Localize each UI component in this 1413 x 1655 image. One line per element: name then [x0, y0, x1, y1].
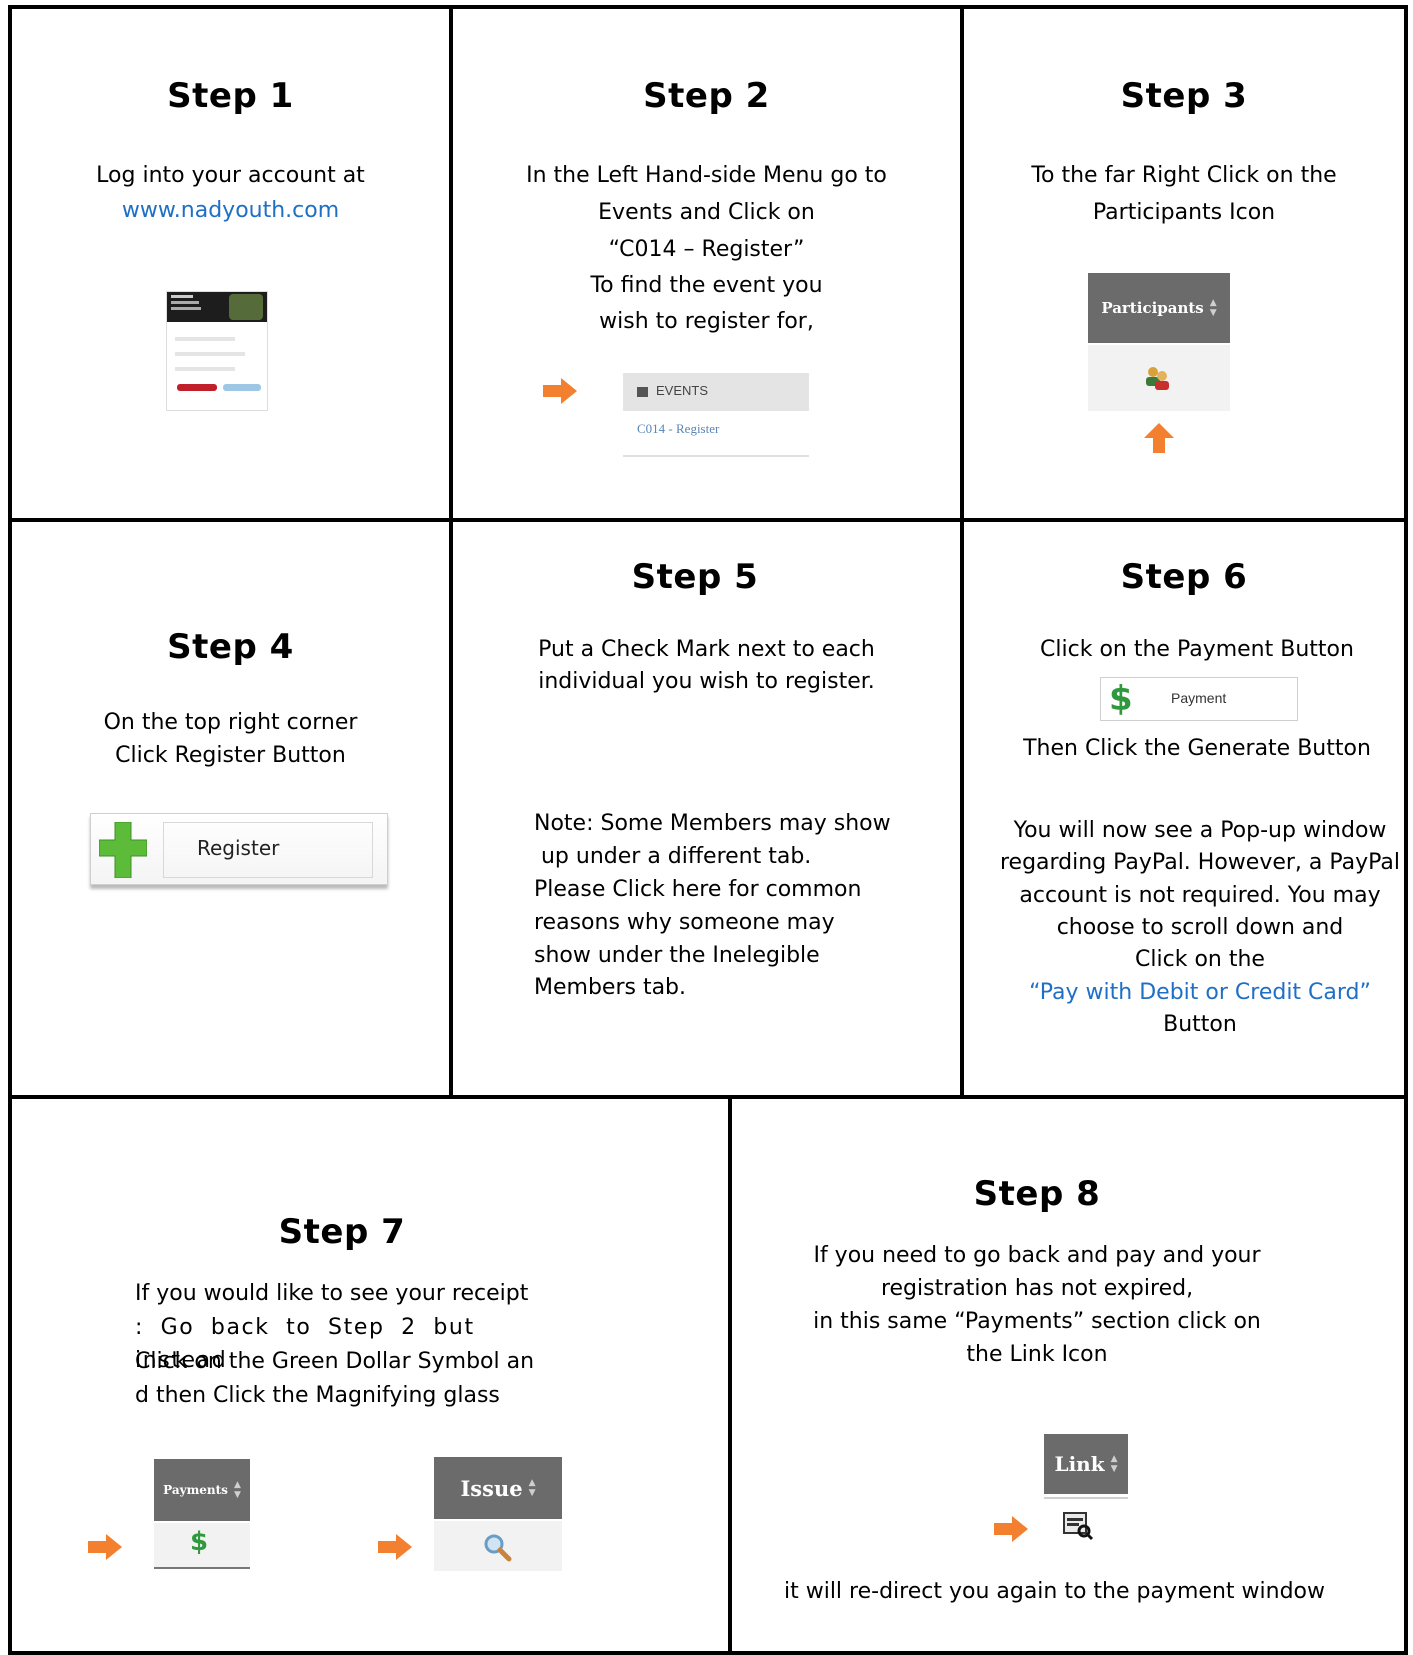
step8-title: Step 8 — [973, 1174, 1101, 1214]
step5-line-1: Put a Check Mark next to each — [538, 637, 875, 662]
link-header-label: Link — [1054, 1452, 1105, 1476]
link-column-header: Link ▲ ▼ — [1044, 1434, 1128, 1494]
step2-line-2: Events and Click on — [598, 200, 815, 225]
step3-title: Step 3 — [1120, 76, 1248, 116]
step8-line-4: the Link Icon — [966, 1342, 1108, 1367]
step1-link[interactable]: www.nadyouth.com — [12, 194, 449, 227]
sort-icon: ▲ ▼ — [233, 1480, 241, 1500]
payment-button-label: Payment — [1171, 690, 1227, 706]
step6-line-2: Then Click the Generate Button — [1023, 736, 1371, 761]
step6-para-3: account is not required. You may — [1019, 883, 1381, 908]
sort-icon: ▲ ▼ — [528, 1478, 536, 1498]
step4-cell: Step 4 On the top right corner Click Reg… — [12, 522, 449, 1095]
step8-line-1: If you need to go back and pay and your — [813, 1243, 1261, 1268]
step2-line-1: In the Left Hand-side Menu go to — [526, 163, 887, 188]
step4-title: Step 4 — [167, 627, 294, 667]
arrow-right-icon — [378, 1534, 412, 1560]
step5-cell: Step 5 Put a Check Mark next to each ind… — [453, 522, 960, 1095]
events-menu-header: EVENTS — [656, 383, 709, 398]
issue-header-label: Issue — [460, 1475, 523, 1501]
step6-cell: Step 6 Click on the Payment Button $ Pay… — [964, 522, 1404, 1095]
step6-para-1: You will now see a Pop-up window — [1013, 818, 1387, 843]
step1-cell: Step 1 Log into your account at www.nady… — [12, 9, 449, 518]
step6-para-4: choose to scroll down and — [1056, 915, 1344, 940]
participants-column-header: Participants ▲ ▼ — [1088, 273, 1230, 343]
step2-cell: Step 2 In the Left Hand-side Menu go to … — [453, 9, 960, 518]
step6-title: Step 6 — [1120, 557, 1248, 597]
magnifying-glass-icon[interactable] — [482, 1532, 512, 1562]
step2-title: Step 2 — [643, 76, 770, 116]
step1-title: Step 1 — [167, 76, 294, 116]
step5-note-5: show under the Inelegible — [534, 943, 820, 968]
step7-cell: Step 7 If you would like to see your rec… — [12, 1099, 728, 1651]
link-header-underline — [1044, 1497, 1128, 1499]
login-screenshot-thumbnail — [166, 291, 268, 411]
events-menu-item-register[interactable]: C014 - Register — [637, 421, 719, 437]
step6-para-last: Button — [1163, 1012, 1237, 1037]
payment-button[interactable]: $ Payment — [1100, 677, 1298, 721]
step2-line-3: “C014 – Register” — [608, 237, 805, 262]
participants-header-label: Participants — [1101, 299, 1204, 317]
step7-line-1: If you would like to see your receipt — [135, 1281, 529, 1306]
step8-line-2: registration has not expired, — [880, 1276, 1194, 1301]
register-button-label: Register — [197, 836, 280, 860]
step7-line-4: d then Click the Magnifying glass — [135, 1383, 500, 1408]
step6-line-1: Click on the Payment Button — [1040, 637, 1354, 662]
step5-note-4: reasons why someone may — [534, 910, 835, 935]
payments-column-header: Payments ▲ ▼ — [154, 1459, 250, 1521]
dollar-icon: $ — [1109, 679, 1133, 719]
step7-line-3: Click on the Green Dollar Symbol an — [135, 1349, 535, 1374]
grid-border-bottom — [8, 1651, 1408, 1655]
step1-text: Log into your account at — [96, 163, 365, 188]
arrow-right-icon — [994, 1516, 1028, 1542]
step5-line-2: individual you wish to register. — [538, 669, 875, 694]
events-menu-snippet: EVENTS C014 - Register — [623, 373, 809, 457]
link-icon[interactable] — [1062, 1511, 1094, 1541]
sort-icon: ▲ ▼ — [1110, 1454, 1118, 1474]
step5-note-1: Note: Some Members may show — [534, 811, 891, 836]
pay-with-card-link[interactable]: “Pay with Debit or Credit Card” — [964, 976, 1413, 1009]
step2-line-4: To find the event you — [590, 273, 823, 298]
step4-line-1: On the top right corner — [103, 710, 358, 735]
participants-icon[interactable] — [1144, 365, 1172, 391]
sort-icon: ▲ ▼ — [1209, 298, 1217, 318]
payments-header-label: Payments — [163, 1483, 228, 1497]
step7-title: Step 7 — [278, 1212, 406, 1252]
step3-line-1: To the far Right Click on the — [1031, 163, 1337, 188]
step8-line-3: in this same “Payments” section click on — [813, 1309, 1261, 1334]
step3-cell: Step 3 To the far Right Click on the Par… — [964, 9, 1404, 518]
step5-title: Step 5 — [631, 557, 759, 597]
arrow-up-icon — [1144, 423, 1174, 453]
step2-line-5: wish to register for, — [599, 309, 814, 334]
plus-icon — [99, 822, 147, 878]
step6-para-5: Click on the — [1135, 947, 1265, 972]
register-button[interactable]: Register — [90, 813, 388, 885]
arrow-right-icon — [543, 378, 577, 404]
calendar-icon — [637, 387, 648, 397]
step5-note-3[interactable]: Please Click here for common — [534, 873, 954, 906]
dollar-icon[interactable]: $ — [190, 1527, 208, 1557]
step4-line-2: Click Register Button — [115, 743, 346, 768]
step5-note-2: up under a different tab. — [534, 844, 812, 869]
issue-column-header: Issue ▲ ▼ — [434, 1457, 562, 1519]
step8-cell: Step 8 If you need to go back and pay an… — [732, 1099, 1404, 1651]
step3-line-2: Participants Icon — [1092, 200, 1276, 225]
step8-last-line: it will re-direct you again to the payme… — [783, 1579, 1325, 1604]
step6-para-2: regarding PayPal. However, a PayPal — [999, 850, 1401, 875]
step5-note-6: Members tab. — [534, 975, 687, 1000]
arrow-right-icon — [88, 1534, 122, 1560]
